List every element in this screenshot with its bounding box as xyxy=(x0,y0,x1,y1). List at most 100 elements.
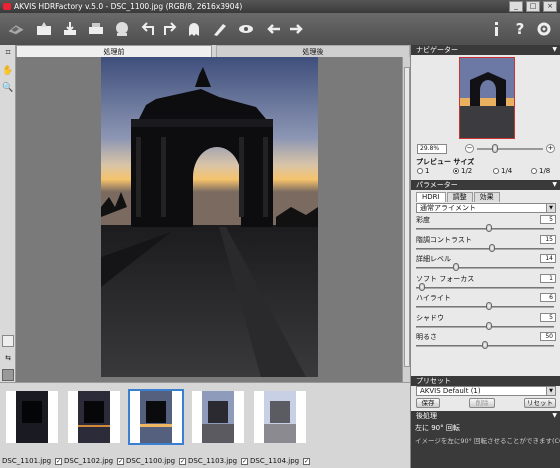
view-split-icon[interactable]: ⇆ xyxy=(2,352,14,364)
minimize-button[interactable]: _ xyxy=(509,1,523,12)
param-label: 彩度 xyxy=(416,216,430,224)
presets-header[interactable]: プリセット xyxy=(411,376,560,386)
forward-arrow-icon[interactable] xyxy=(286,19,306,39)
navigator-header[interactable]: ナビゲーター ▼ xyxy=(411,45,560,55)
preview-size-1-8[interactable]: 1/8 xyxy=(531,167,550,175)
vertical-scrollbar[interactable] xyxy=(402,57,410,382)
ghost-icon[interactable] xyxy=(184,19,204,39)
zoom-in-icon[interactable]: + xyxy=(546,144,555,153)
radio-icon[interactable] xyxy=(417,168,423,174)
param-value-field[interactable]: 5 xyxy=(540,312,556,322)
param-slider-knob[interactable] xyxy=(418,282,425,291)
zoom-select[interactable]: 29.8% xyxy=(417,144,447,154)
eye-icon[interactable] xyxy=(236,19,256,39)
param-value-field[interactable]: 50 xyxy=(540,332,556,341)
param-value-field[interactable]: 6 xyxy=(540,293,556,302)
param-value-field[interactable]: 1 xyxy=(540,273,556,283)
film-thumbnail[interactable] xyxy=(192,391,244,443)
film-thumbnail[interactable] xyxy=(128,389,184,445)
tab-after[interactable]: 処理後 xyxy=(216,45,410,57)
param-label: 明るさ xyxy=(416,333,437,341)
close-button[interactable]: × xyxy=(543,1,557,12)
chevron-down-icon[interactable]: ▼ xyxy=(546,387,555,395)
preview-size-1[interactable]: 1 xyxy=(417,167,429,175)
undo-icon[interactable] xyxy=(138,19,158,39)
share-icon[interactable] xyxy=(112,19,132,39)
chevron-down-icon[interactable]: ▼ xyxy=(546,204,555,212)
film-item[interactable]: DSC_1102.jpg ✓ xyxy=(64,389,124,467)
print-icon[interactable] xyxy=(86,19,106,39)
film-checkbox[interactable]: ✓ xyxy=(55,458,62,465)
radio-icon[interactable] xyxy=(493,168,499,174)
film-item[interactable]: DSC_1101.jpg ✓ xyxy=(2,389,62,467)
param-slider-knob[interactable] xyxy=(485,302,492,310)
param-slider-knob[interactable] xyxy=(485,321,492,330)
param-label: ハイライト xyxy=(416,294,451,302)
tab-before[interactable]: 処理前 xyxy=(16,45,212,57)
redo-icon[interactable] xyxy=(160,19,180,39)
param-slider-track[interactable] xyxy=(416,267,554,269)
preview-size-title: プレビュー サイズ xyxy=(416,158,475,166)
film-checkbox[interactable]: ✓ xyxy=(179,458,186,465)
param-value-field[interactable]: 14 xyxy=(540,254,556,263)
film-filename: DSC_1100.jpg xyxy=(126,457,176,465)
brush-icon[interactable] xyxy=(210,19,230,39)
param-value-field[interactable]: 15 xyxy=(540,234,556,244)
toolbar: ? xyxy=(0,13,560,47)
film-filename: DSC_1102.jpg xyxy=(64,457,114,465)
zoom-icon[interactable]: 🔍 xyxy=(2,82,14,94)
background-color-icon[interactable] xyxy=(2,369,14,381)
film-thumbnail[interactable] xyxy=(68,391,120,443)
param-value-field[interactable]: 5 xyxy=(540,215,556,224)
save-preset-button[interactable]: 保存 xyxy=(416,398,440,408)
collapse-icon[interactable]: ▼ xyxy=(552,411,557,421)
zoom-slider-knob[interactable] xyxy=(492,144,498,153)
param-slider-track[interactable] xyxy=(416,247,554,250)
parameters-header[interactable]: パラメーター ▼ xyxy=(411,180,560,190)
zoom-out-icon[interactable]: − xyxy=(465,144,474,153)
radio-icon[interactable] xyxy=(531,168,537,174)
preset-select[interactable]: AKVIS Default (1) ▼ xyxy=(416,386,556,396)
collapse-icon[interactable]: ▼ xyxy=(552,180,557,190)
film-checkbox[interactable]: ✓ xyxy=(117,458,124,465)
preview-size-1-4[interactable]: 1/4 xyxy=(493,167,512,175)
save-icon[interactable] xyxy=(60,19,80,39)
hand-icon[interactable]: ✋ xyxy=(2,65,14,77)
param-slider-knob[interactable] xyxy=(482,341,488,349)
zoom-slider-track[interactable] xyxy=(477,148,543,150)
film-item[interactable]: DSC_1103.jpg ✓ xyxy=(188,389,248,467)
collapse-icon[interactable]: ▼ xyxy=(552,45,557,55)
film-checkbox[interactable]: ✓ xyxy=(303,458,310,465)
delete-preset-button[interactable]: 削除 xyxy=(469,398,495,408)
film-thumbnail[interactable] xyxy=(6,391,58,443)
radio-icon[interactable] xyxy=(453,168,459,174)
alignment-mode-select[interactable]: 通常アライメント ▼ xyxy=(416,203,556,213)
navigator-preview[interactable] xyxy=(459,57,515,139)
info-icon[interactable] xyxy=(486,19,506,39)
film-item[interactable]: DSC_1104.jpg ✓ xyxy=(250,389,310,467)
settings-icon[interactable] xyxy=(534,19,554,39)
param-slider-knob[interactable] xyxy=(488,243,495,252)
maximize-button[interactable]: □ xyxy=(526,1,540,12)
open-icon[interactable] xyxy=(34,19,54,39)
postprocess-header[interactable]: 後処理 ▼ xyxy=(411,411,560,421)
help-icon[interactable]: ? xyxy=(510,19,530,39)
rotate-left-label[interactable]: 左に 90° 回転 xyxy=(415,423,460,433)
param-slider-knob[interactable] xyxy=(485,224,492,232)
main-photo[interactable] xyxy=(101,57,318,377)
postprocess-panel: 左に 90° 回転 イメージを左に90° 回転させることができます(CCW)。 xyxy=(411,421,560,468)
tab-adjust[interactable]: 調整 xyxy=(446,192,473,202)
preview-size-1-2[interactable]: 1/2 xyxy=(453,167,472,175)
view-single-icon[interactable] xyxy=(2,335,14,347)
parameters-title: パラメーター xyxy=(416,181,458,189)
tab-hdri[interactable]: HDRI xyxy=(416,192,446,202)
param-slider-knob[interactable] xyxy=(452,263,459,271)
film-item[interactable]: DSC_1100.jpg ✓ xyxy=(126,389,186,467)
film-checkbox[interactable]: ✓ xyxy=(241,458,248,465)
reset-preset-button[interactable]: リセット xyxy=(524,398,556,408)
back-arrow-icon[interactable] xyxy=(264,19,284,39)
tab-effects[interactable]: 効果 xyxy=(473,192,500,202)
crop-icon[interactable]: ⌗ xyxy=(2,47,14,59)
param-slider-track[interactable] xyxy=(416,286,554,289)
film-thumbnail[interactable] xyxy=(254,391,306,443)
